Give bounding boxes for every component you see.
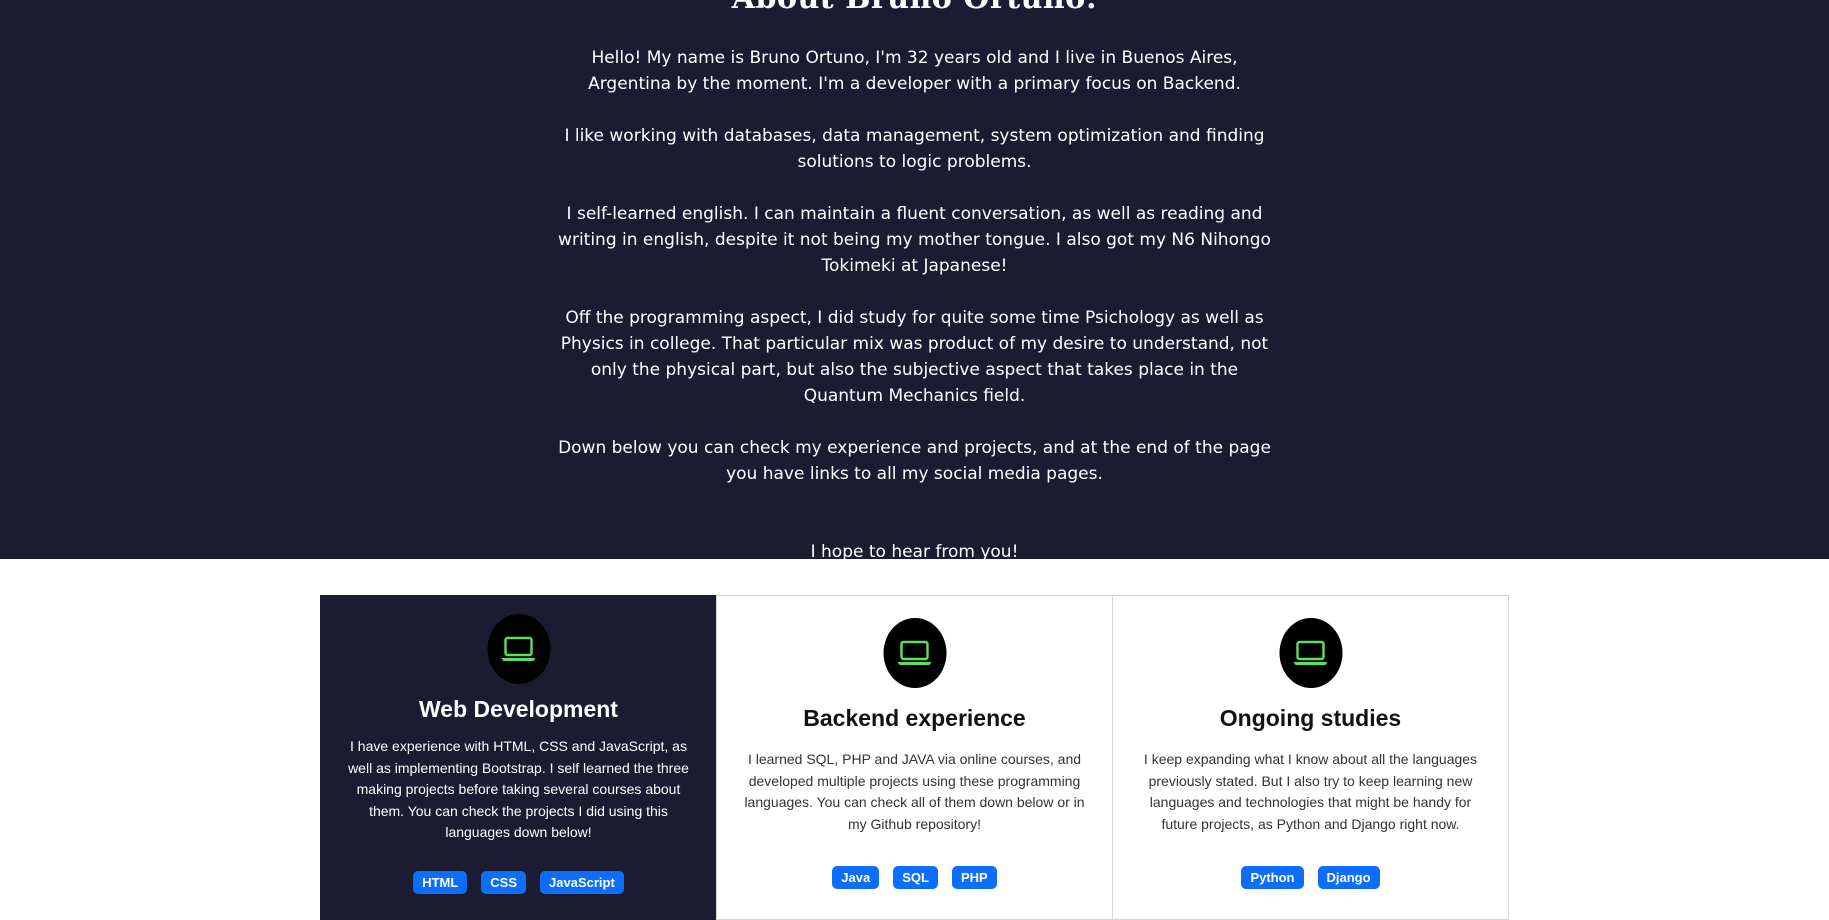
about-closing: I hope to hear from you!	[810, 542, 1019, 562]
card-backend-experience: Backend experience I learned SQL, PHP an…	[716, 595, 1113, 920]
card-web-development: Web Development I have experience with H…	[320, 595, 717, 920]
card-title: Backend experience	[803, 705, 1026, 731]
badge-javascript[interactable]: JavaScript	[540, 871, 624, 894]
about-text: Hello! My name is Bruno Ortuno, I'm 32 y…	[550, 45, 1279, 565]
about-paragraph: Down below you can check my experience a…	[558, 438, 1271, 484]
laptop-icon	[883, 618, 946, 688]
about-paragraph: Hello! My name is Bruno Ortuno, I'm 32 y…	[588, 48, 1241, 94]
card-badges: Python Django	[1113, 866, 1508, 889]
about-paragraph: I like working with databases, data mana…	[564, 126, 1265, 172]
card-ongoing-studies: Ongoing studies I keep expanding what I …	[1112, 595, 1509, 920]
card-text: I have experience with HTML, CSS and Jav…	[348, 738, 689, 840]
about-section: About Bruno Ortuno: Hello! My name is Br…	[0, 0, 1829, 562]
skills-cards: Web Development I have experience with H…	[320, 595, 1509, 920]
laptop-icon	[1279, 618, 1342, 688]
badge-java[interactable]: Java	[832, 866, 880, 889]
badge-css[interactable]: CSS	[481, 871, 527, 894]
badge-django[interactable]: Django	[1317, 866, 1380, 889]
card-badges: Java SQL PHP	[717, 866, 1112, 889]
badge-python[interactable]: Python	[1241, 866, 1304, 889]
about-title: About Bruno Ortuno:	[0, 0, 1829, 14]
laptop-icon	[487, 614, 550, 684]
card-title: Ongoing studies	[1219, 705, 1402, 731]
about-paragraph: I self-learned english. I can maintain a…	[558, 204, 1271, 276]
card-text: I learned SQL, PHP and JAVA via online c…	[744, 751, 1085, 832]
card-title: Web Development	[419, 696, 618, 722]
badge-php[interactable]: PHP	[951, 866, 997, 889]
badge-html[interactable]: HTML	[413, 871, 468, 894]
card-text: I keep expanding what I know about all t…	[1143, 751, 1478, 832]
about-paragraph: Off the programming aspect, I did study …	[560, 308, 1269, 406]
badge-sql[interactable]: SQL	[893, 866, 938, 889]
card-badges: HTML CSS JavaScript	[321, 871, 716, 894]
